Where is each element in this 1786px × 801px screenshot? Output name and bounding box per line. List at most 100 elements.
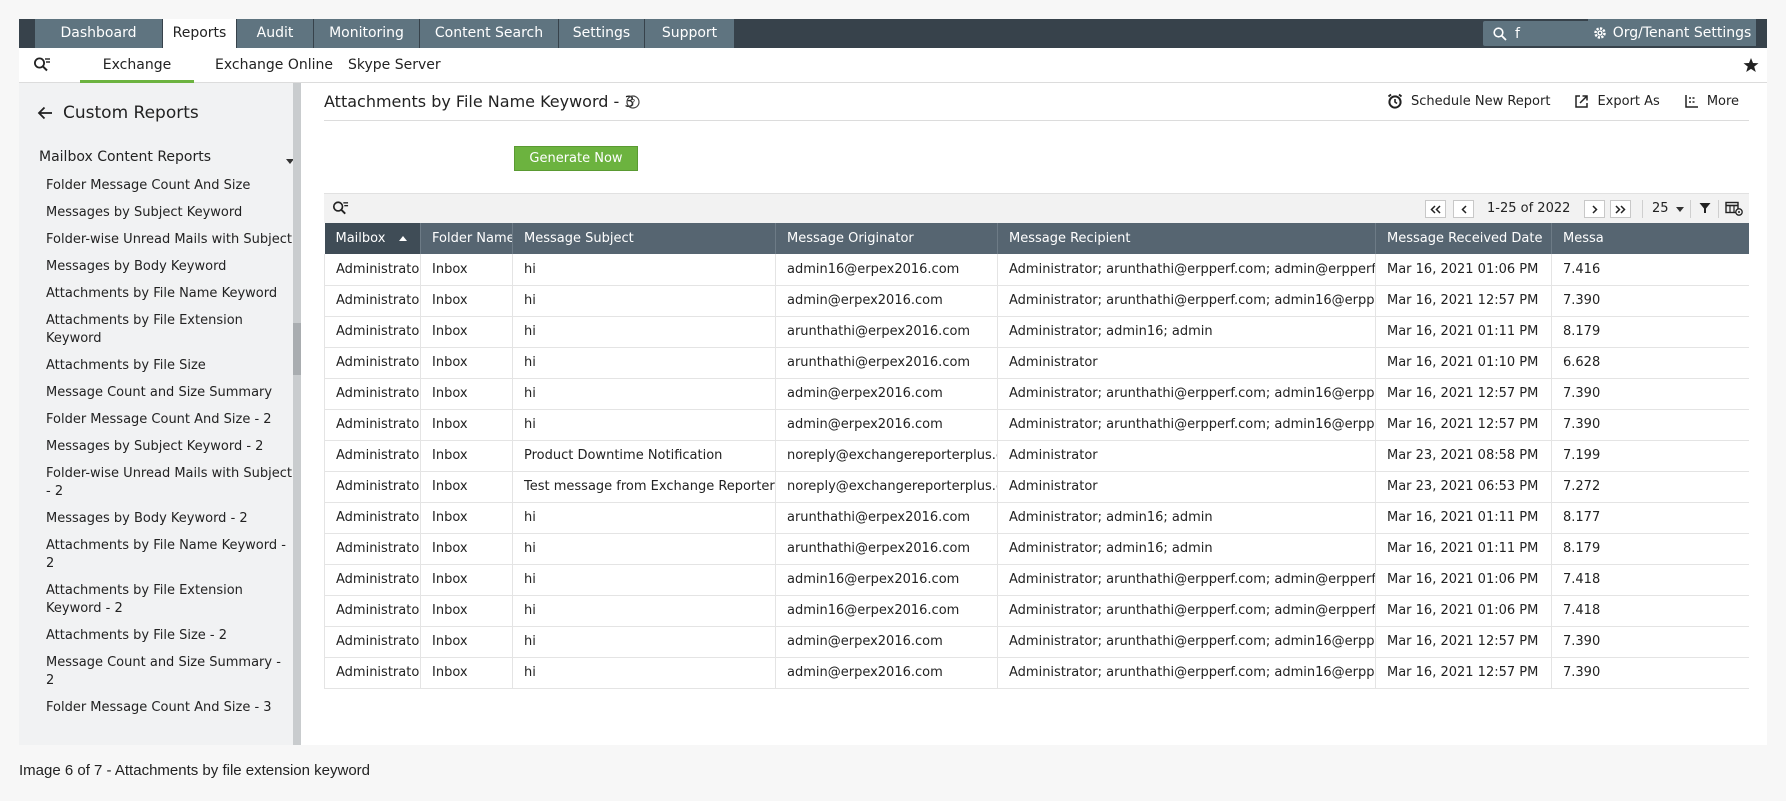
global-search-input[interactable] <box>1515 25 1585 42</box>
table-row[interactable]: Administrator Inbox hi admin@erpex2016.com A… <box>324 657 1749 689</box>
table-cell: 7.390 <box>1551 657 1749 689</box>
sidebar-report-item[interactable]: Attachments by File Extension Keyword - … <box>46 582 296 618</box>
sidebar-report-item[interactable]: Folder-wise Unread Mails with Subject - … <box>46 465 296 501</box>
subtab-skype-server[interactable]: Skype Server <box>348 48 441 83</box>
next-page-button[interactable] <box>1584 200 1605 218</box>
org-tenant-settings-button[interactable]: Org/Tenant Settings <box>1588 19 1756 46</box>
sidebar-report-item[interactable]: Message Count and Size Summary <box>46 384 296 402</box>
nav-tab-content-search[interactable]: Content Search <box>420 19 559 48</box>
prev-page-button[interactable] <box>1453 200 1474 218</box>
column-header-message-originator[interactable]: Message Originator <box>775 223 998 254</box>
sidebar-report-item[interactable]: Folder-wise Unread Mails with Subject <box>46 231 296 249</box>
sidebar-report-item[interactable]: Folder Message Count And Size - 3 <box>46 699 296 717</box>
nav-tab-audit[interactable]: Audit <box>237 19 314 48</box>
table-row[interactable]: Administrator Inbox hi admin@erpex2016.com A… <box>324 626 1749 658</box>
table-cell: arunthathi@erpex2016.com <box>775 533 998 565</box>
sidebar-scrollbar[interactable] <box>293 83 301 745</box>
table-cell: Administrator <box>324 564 421 596</box>
search-filter-icon[interactable] <box>33 56 51 74</box>
sort-ascending-icon[interactable] <box>399 236 408 241</box>
sidebar-report-item[interactable]: Attachments by File Name Keyword - 2 <box>46 537 296 573</box>
double-chevron-right-icon <box>1615 204 1626 214</box>
per-page-select[interactable]: 25 <box>1652 201 1669 216</box>
table-cell: admin16@erpex2016.com <box>775 564 998 596</box>
nav-tab-reports[interactable]: Reports <box>163 19 237 48</box>
table-cell: Mar 16, 2021 01:06 PM <box>1375 564 1552 596</box>
grid-search-icon[interactable] <box>332 200 349 217</box>
subtab-exchange-online[interactable]: Exchange Online <box>215 48 333 83</box>
export-as-button[interactable]: Export As <box>1574 94 1660 109</box>
back-to-custom-reports[interactable]: Custom Reports <box>37 103 199 123</box>
report-title: Attachments by File Name Keyword - 3 <box>324 92 635 111</box>
table-cell: 7.390 <box>1551 626 1749 658</box>
table-cell: Mar 16, 2021 12:57 PM <box>1375 285 1552 317</box>
generate-now-button[interactable]: Generate Now <box>514 146 638 171</box>
chevron-down-icon[interactable] <box>1676 207 1684 212</box>
table-cell: admin@erpex2016.com <box>775 378 998 410</box>
sidebar-report-item[interactable]: Messages by Subject Keyword - 2 <box>46 438 296 456</box>
sidebar-report-item[interactable]: Attachments by File Extension Keyword <box>46 312 296 348</box>
sidebar-report-item[interactable]: Messages by Subject Keyword <box>46 204 296 222</box>
table-cell: Test message from Exchange Reporter Plus <box>512 471 776 503</box>
table-cell: Administrator <box>324 254 421 286</box>
nav-tab-settings[interactable]: Settings <box>559 19 645 48</box>
sidebar-report-item[interactable]: Folder Message Count And Size - 2 <box>46 411 296 429</box>
subtab-exchange-server[interactable]: Exchange Server <box>80 48 194 107</box>
nav-tab-dashboard[interactable]: Dashboard <box>35 19 163 48</box>
table-row[interactable]: Administrator Inbox hi arunthathi@erpex2016… <box>324 502 1749 534</box>
table-row[interactable]: Administrator Inbox hi admin16@erpex2016.co… <box>324 254 1749 286</box>
sidebar-report-item[interactable]: Messages by Body Keyword <box>46 258 296 276</box>
table-cell: hi <box>512 502 776 534</box>
section-mailbox-content-reports[interactable]: Mailbox Content Reports <box>39 149 289 165</box>
table-row[interactable]: Administrator Inbox hi admin@erpex2016.com A… <box>324 378 1749 410</box>
column-header-mailbox[interactable]: Mailbox <box>324 223 421 254</box>
nav-tab-support[interactable]: Support <box>645 19 735 48</box>
table-row[interactable]: Administrator Inbox hi arunthathi@erpex2016… <box>324 347 1749 379</box>
first-page-button[interactable] <box>1425 200 1446 218</box>
column-settings-icon[interactable] <box>1725 201 1743 216</box>
table-cell: hi <box>512 347 776 379</box>
column-header-folder-name[interactable]: Folder Name <box>420 223 513 254</box>
sidebar-report-item[interactable]: Attachments by File Name Keyword <box>46 285 296 303</box>
table-row[interactable]: Administrator Inbox hi admin@erpex2016.com A… <box>324 285 1749 317</box>
nav-tab-monitoring[interactable]: Monitoring <box>314 19 420 48</box>
table-cell: Mar 16, 2021 12:57 PM <box>1375 657 1552 689</box>
table-row[interactable]: Administrator Inbox hi arunthathi@erpex2016… <box>324 533 1749 565</box>
help-icon[interactable]: ? <box>626 95 640 109</box>
column-header-message-recipient[interactable]: Message Recipient <box>997 223 1376 254</box>
sidebar-report-item[interactable]: Message Count and Size Summary - 2 <box>46 654 296 690</box>
sidebar-report-item[interactable]: Folder Message Count And Size <box>46 177 296 195</box>
filter-icon[interactable] <box>1699 202 1711 214</box>
divider <box>1642 200 1643 218</box>
table-row[interactable]: Administrator Inbox hi admin@erpex2016.com A… <box>324 409 1749 441</box>
alarm-clock-icon <box>1387 93 1403 109</box>
star-icon[interactable] <box>1743 57 1759 73</box>
table-cell: 7.390 <box>1551 409 1749 441</box>
table-row[interactable]: Administrator Inbox Test message from Exch… <box>324 471 1749 503</box>
column-header-messa[interactable]: Messa <box>1551 223 1749 254</box>
global-search[interactable] <box>1483 21 1597 46</box>
app-window: Dashboard Reports Audit Monitoring Content S… <box>19 19 1767 745</box>
image-caption: Image 6 of 7 - Attachments by file exten… <box>19 762 371 779</box>
table-cell: Administrator <box>324 347 421 379</box>
table-row[interactable]: Administrator Inbox Product Downtime Notif… <box>324 440 1749 472</box>
table-cell: Mar 16, 2021 01:11 PM <box>1375 316 1552 348</box>
table-row[interactable]: Administrator Inbox hi admin16@erpex2016.co… <box>324 595 1749 627</box>
sidebar-report-item[interactable]: Attachments by File Size - 2 <box>46 627 296 645</box>
sidebar-report-item[interactable]: Messages by Body Keyword - 2 <box>46 510 296 528</box>
schedule-new-report-button[interactable]: Schedule New Report <box>1387 93 1550 109</box>
sidebar-report-item[interactable]: Attachments by File Size <box>46 357 296 375</box>
column-header-message-subject[interactable]: Message Subject <box>512 223 776 254</box>
table-row[interactable]: Administrator Inbox hi admin16@erpex2016.co… <box>324 564 1749 596</box>
more-button[interactable]: More <box>1684 94 1739 109</box>
table-cell: arunthathi@erpex2016.com <box>775 347 998 379</box>
column-header-label: Message Received Date <box>1387 231 1543 246</box>
table-row[interactable]: Administrator Inbox hi arunthathi@erpex2016… <box>324 316 1749 348</box>
last-page-button[interactable] <box>1610 200 1631 218</box>
sidebar-collapse-handle[interactable] <box>293 323 301 375</box>
table-cell: admin@erpex2016.com <box>775 409 998 441</box>
schedule-label: Schedule New Report <box>1411 93 1551 109</box>
table-cell: Mar 23, 2021 06:53 PM <box>1375 471 1552 503</box>
table-cell: hi <box>512 595 776 627</box>
column-header-message-received-date[interactable]: Message Received Date <box>1375 223 1552 254</box>
